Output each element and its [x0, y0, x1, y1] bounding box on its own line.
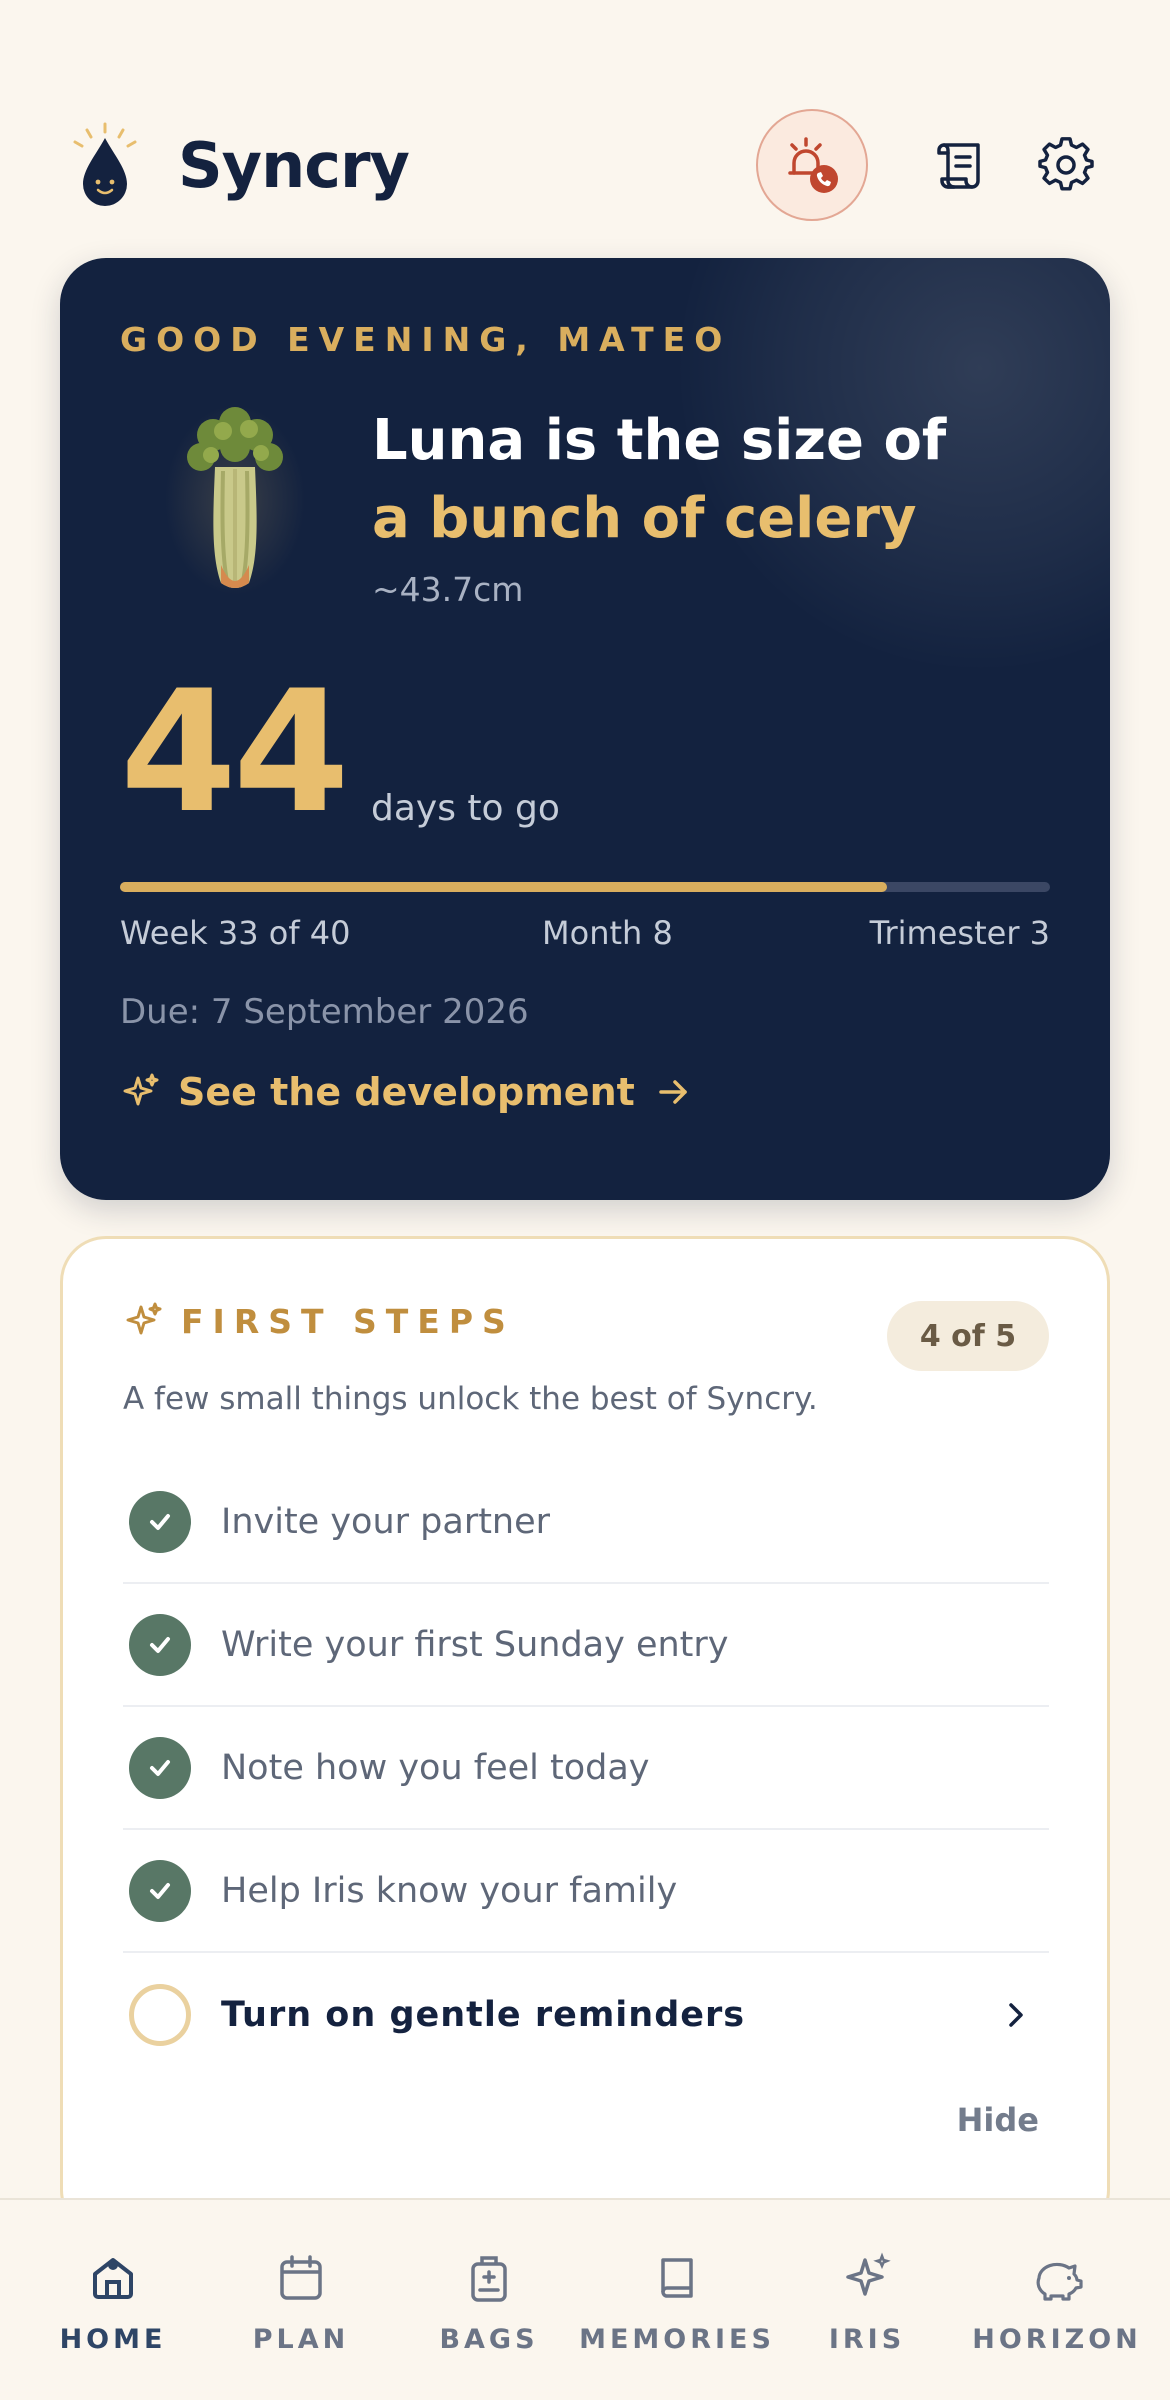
- emergency-call-button[interactable]: [756, 109, 868, 221]
- nav-label: HORIZON: [972, 2324, 1142, 2355]
- see-development-label: See the development: [178, 1070, 635, 1114]
- nav-horizon[interactable]: HORIZON: [962, 2242, 1152, 2372]
- nav-iris[interactable]: IRIS: [772, 2242, 962, 2372]
- nav-label: PLAN: [252, 2324, 350, 2355]
- step-invite-partner[interactable]: Invite your partner: [123, 1461, 1049, 1584]
- bag-icon: [461, 2250, 517, 2306]
- celery-illustration: [150, 400, 320, 600]
- first-steps-subtitle: A few small things unlock the best of Sy…: [123, 1381, 818, 1417]
- settings-button[interactable]: [1022, 121, 1110, 209]
- home-icon: [85, 2250, 141, 2306]
- check-circle-icon: [129, 1490, 191, 1553]
- logo-drop-icon: [60, 120, 150, 210]
- check-circle-icon: [129, 1859, 191, 1922]
- bottom-navigation: HOME PLAN BAGS MEMORIES IRIS HORIZON: [0, 2198, 1170, 2400]
- app-title: Syncry: [178, 128, 410, 202]
- nav-label: BAGS: [439, 2324, 539, 2355]
- sparkle-icon: [839, 2250, 895, 2306]
- calendar-icon: [273, 2250, 329, 2306]
- arrow-right-icon: [659, 1080, 687, 1104]
- step-label: Write your first Sunday entry: [221, 1624, 729, 1665]
- days-to-go-number: 44: [120, 654, 350, 850]
- nav-plan[interactable]: PLAN: [206, 2242, 396, 2372]
- nav-label: IRIS: [828, 2324, 906, 2355]
- empty-circle-icon: [129, 1983, 191, 2046]
- check-circle-icon: [129, 1736, 191, 1799]
- size-comparison-line2: a bunch of celery: [372, 486, 917, 551]
- scroll-icon: [937, 143, 980, 189]
- nav-memories[interactable]: MEMORIES: [579, 2242, 775, 2372]
- chevron-right-icon: [1009, 2002, 1023, 2027]
- see-development-link[interactable]: See the development: [120, 1070, 691, 1114]
- hide-button[interactable]: Hide: [957, 2101, 1039, 2139]
- sparkle-icon: [126, 1302, 162, 1335]
- emergency-call-icon: [788, 137, 838, 193]
- due-date: Due: 7 September 2026: [120, 992, 529, 1032]
- step-label: Turn on gentle reminders: [221, 1994, 746, 2035]
- first-steps-card: FIRST STEPS 4 of 5 A few small things un…: [60, 1236, 1110, 2236]
- journal-button[interactable]: [916, 121, 1004, 209]
- week-label: Week 33 of 40: [120, 914, 351, 952]
- size-measurement: ~43.7cm: [372, 570, 524, 609]
- book-icon: [649, 2250, 705, 2306]
- first-steps-list: Invite your partner Write your first Sun…: [123, 1461, 1049, 2076]
- size-comparison-line1: Luna is the size of: [372, 408, 947, 473]
- progress-fill: [120, 882, 888, 892]
- check-circle-icon: [129, 1613, 191, 1676]
- step-label: Invite your partner: [221, 1501, 551, 1542]
- greeting: GOOD EVENING, MATEO: [120, 320, 732, 359]
- piggy-bank-icon: [1029, 2250, 1085, 2306]
- nav-label: MEMORIES: [579, 2324, 775, 2355]
- step-gentle-reminders[interactable]: Turn on gentle reminders: [123, 1953, 1049, 2076]
- header-actions: [756, 109, 1110, 221]
- nav-home[interactable]: HOME: [18, 2242, 208, 2372]
- app-header: Syncry: [60, 100, 1110, 230]
- month-label: Month 8: [542, 914, 673, 952]
- gear-icon: [1038, 137, 1094, 191]
- nav-label: HOME: [59, 2324, 167, 2355]
- days-to-go-label: days to go: [371, 788, 560, 829]
- progress-count-badge: 4 of 5: [887, 1301, 1049, 1371]
- nav-bags[interactable]: BAGS: [394, 2242, 584, 2372]
- step-note-feeling[interactable]: Note how you feel today: [123, 1707, 1049, 1830]
- step-label: Help Iris know your family: [221, 1870, 678, 1911]
- sparkle-icon: [123, 1073, 159, 1106]
- pregnancy-progress-bar: [120, 882, 1050, 892]
- step-label: Note how you feel today: [221, 1747, 650, 1788]
- trimester-label: Trimester 3: [869, 914, 1050, 952]
- step-iris-family[interactable]: Help Iris know your family: [123, 1830, 1049, 1953]
- active-indicator: [108, 2260, 118, 2270]
- first-steps-header: FIRST STEPS: [123, 1301, 515, 1341]
- first-steps-title: FIRST STEPS: [181, 1301, 515, 1341]
- pregnancy-hero-card: GOOD EVENING, MATEO Luna is the size of …: [60, 258, 1110, 1200]
- step-sunday-entry[interactable]: Write your first Sunday entry: [123, 1584, 1049, 1707]
